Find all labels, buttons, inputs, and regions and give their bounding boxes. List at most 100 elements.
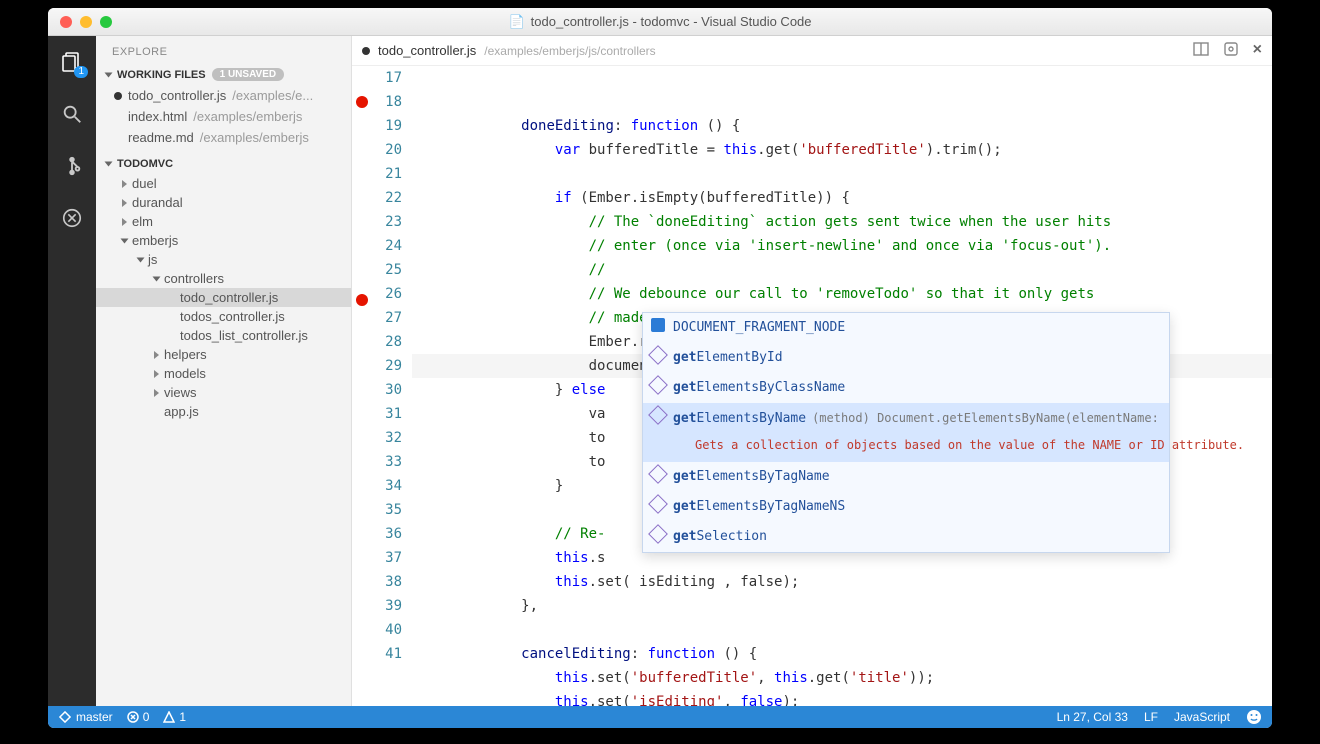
code-line[interactable]: // The `doneEditing` action gets sent tw… [412,210,1272,234]
line-number: 19 [372,114,402,138]
tree-file-item[interactable]: todo_controller.js [96,288,351,307]
line-number-gutter: 1718192021222324252627282930313233343536… [372,66,412,706]
status-bar: master 0 1 Ln 27, Col 33 LF JavaScript [48,706,1272,728]
tree-file-item[interactable]: todos_list_controller.js [96,326,351,345]
suggestion-item[interactable]: getElementsByTagNameNS [643,492,1169,522]
code-line[interactable] [412,162,1272,186]
close-tab-icon[interactable]: × [1253,41,1262,60]
suggestion-item[interactable]: getElementsByClassName [643,373,1169,403]
suggestion-label: getElementsByTagNameNS [673,499,845,514]
suggestion-item[interactable]: getElementsByName(method) Document.getEl… [643,403,1169,462]
more-actions-icon[interactable] [1223,41,1239,60]
tree-folder-item[interactable]: durandal [96,193,351,212]
code-line[interactable] [412,618,1272,642]
errors-status[interactable]: 0 [127,710,150,724]
tree-folder-item[interactable]: helpers [96,345,351,364]
code-line[interactable]: this.set( isEditing , false); [412,570,1272,594]
breakpoint-icon[interactable] [356,96,368,108]
tree-folder-item[interactable]: elm [96,212,351,231]
file-path: /examples/e... [232,88,313,103]
file-name: index.html [128,109,187,124]
line-number: 40 [372,618,402,642]
feedback-icon[interactable] [1246,709,1262,725]
window-title: 📄todo_controller.js - todomvc - Visual S… [48,14,1272,30]
tree-folder-item[interactable]: controllers [96,269,351,288]
line-number: 30 [372,378,402,402]
suggestion-label: getElementsByClassName [673,380,845,395]
tree-folder-item[interactable]: views [96,383,351,402]
tab-path: /examples/emberjs/js/controllers [484,44,655,58]
editor-tabbar: todo_controller.js /examples/emberjs/js/… [352,36,1272,66]
tree-file-item[interactable]: todos_controller.js [96,307,351,326]
code-line[interactable]: // We debounce our call to 'removeTodo' … [412,282,1272,306]
debug-icon[interactable] [58,204,86,232]
working-file-item[interactable]: readme.md /examples/emberjs [96,127,351,148]
titlebar: 📄todo_controller.js - todomvc - Visual S… [48,8,1272,36]
method-icon [648,464,668,484]
tree-item-label: emberjs [132,233,178,248]
code-line[interactable]: var bufferedTitle = this.get('bufferedTi… [412,138,1272,162]
line-number: 33 [372,450,402,474]
suggestion-item[interactable]: getSelection [643,522,1169,552]
tree-item-label: elm [132,214,153,229]
method-icon [648,345,668,365]
suggestion-item[interactable]: getElementById [643,343,1169,373]
tree-file-item[interactable]: app.js [96,402,351,421]
code-line[interactable]: doneEditing: function () { [412,114,1272,138]
tree-folder-item[interactable]: emberjs [96,231,351,250]
file-icon: 📄 [508,14,524,29]
working-file-item[interactable]: index.html /examples/emberjs [96,106,351,127]
line-number: 31 [372,402,402,426]
chevron-icon [122,180,127,188]
tree-item-label: controllers [164,271,224,286]
line-number: 18 [372,90,402,114]
code-content[interactable]: doneEditing: function () { var bufferedT… [412,66,1272,706]
line-number: 38 [372,570,402,594]
explorer-icon[interactable]: 1 [58,48,86,76]
code-line[interactable]: // enter (once via 'insert-newline' and … [412,234,1272,258]
activity-bar: 1 [48,36,96,706]
app-window: 📄todo_controller.js - todomvc - Visual S… [48,8,1272,728]
tab-filename[interactable]: todo_controller.js [378,43,476,58]
code-line[interactable]: cancelEditing: function () { [412,642,1272,666]
tree-folder-item[interactable]: js [96,250,351,269]
line-number: 21 [372,162,402,186]
file-tree: dueldurandal elm emberjs js controllers todo_… [96,174,351,421]
working-files-header[interactable]: WORKING FILES 1 UNSAVED [96,64,351,85]
line-number: 34 [372,474,402,498]
file-name: readme.md [128,130,194,145]
code-line[interactable]: this.set('bufferedTitle', this.get('titl… [412,666,1272,690]
code-area[interactable]: 1718192021222324252627282930313233343536… [352,66,1272,706]
suggestion-item[interactable]: DOCUMENT_FRAGMENT_NODE [643,313,1169,343]
line-number: 23 [372,210,402,234]
file-path: /examples/emberjs [193,109,302,124]
code-line[interactable]: this.set('isEditing', false); [412,690,1272,706]
tree-folder-item[interactable]: duel [96,174,351,193]
code-line[interactable]: }, [412,594,1272,618]
explorer-badge: 1 [74,66,88,78]
tree-folder-item[interactable]: models [96,364,351,383]
warnings-status[interactable]: 1 [163,710,186,724]
split-editor-icon[interactable] [1193,41,1209,60]
cursor-position-status[interactable]: Ln 27, Col 33 [1057,710,1128,724]
suggestion-label: DOCUMENT_FRAGMENT_NODE [673,320,845,335]
working-file-item[interactable]: todo_controller.js /examples/e... [96,85,351,106]
line-number: 26 [372,282,402,306]
code-line[interactable]: if (Ember.isEmpty(bufferedTitle)) { [412,186,1272,210]
line-number: 37 [372,546,402,570]
search-icon[interactable] [58,100,86,128]
intellisense-popup[interactable]: DOCUMENT_FRAGMENT_NODE getElementById getE… [642,312,1170,553]
language-status[interactable]: JavaScript [1174,710,1230,724]
suggestion-item[interactable]: getElementsByTagName [643,462,1169,492]
eol-status[interactable]: LF [1144,710,1158,724]
git-branch-status[interactable]: master [58,710,113,724]
breakpoint-icon[interactable] [356,294,368,306]
line-number: 36 [372,522,402,546]
breakpoint-gutter[interactable] [352,66,372,706]
git-icon[interactable] [58,152,86,180]
line-number: 41 [372,642,402,666]
tree-item-label: todos_controller.js [180,309,285,324]
code-line[interactable]: // [412,258,1272,282]
line-number: 25 [372,258,402,282]
project-header[interactable]: TODOMVC [96,154,351,174]
